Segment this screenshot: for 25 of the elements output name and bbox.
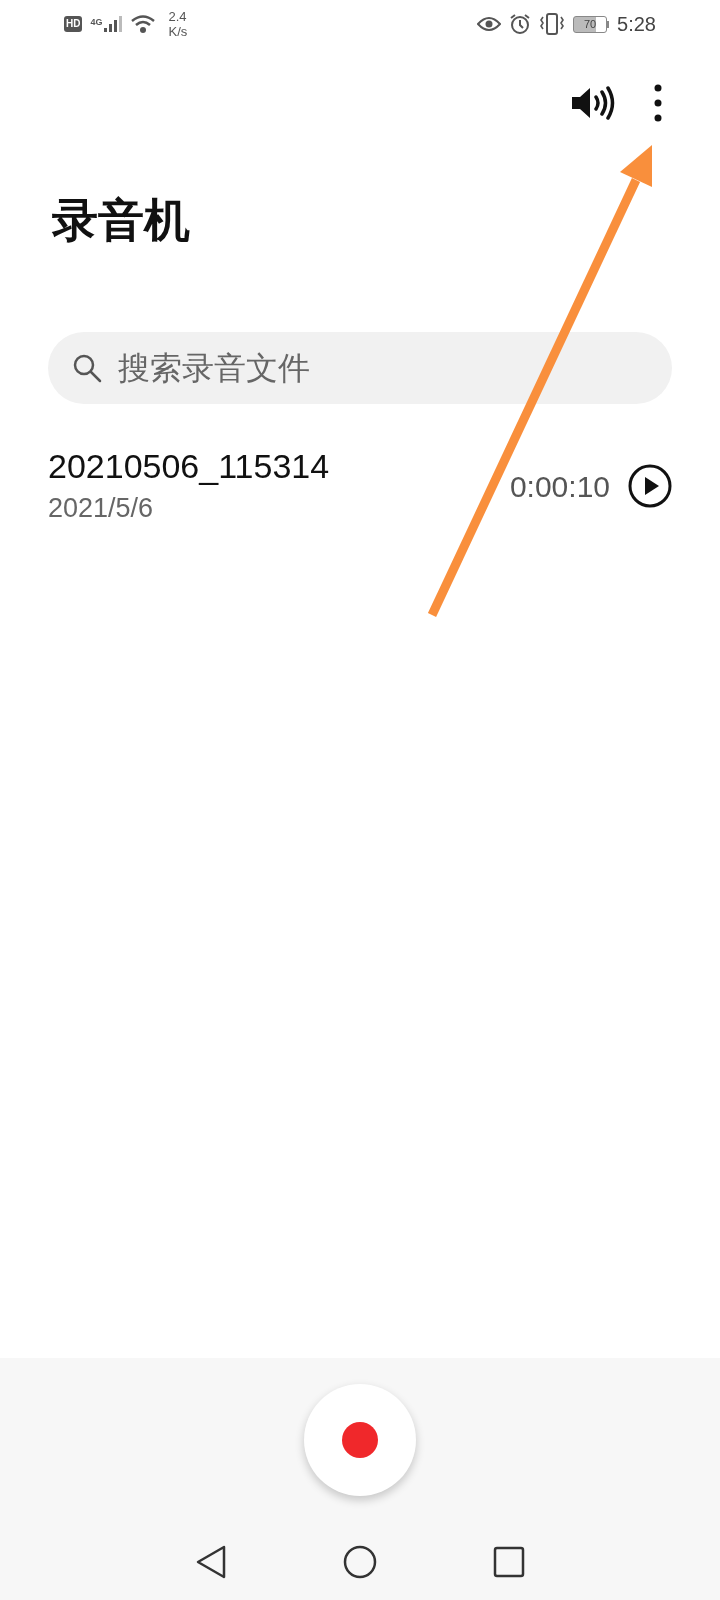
- page-title: 录音机: [52, 192, 191, 249]
- network-label: 4G: [90, 16, 103, 29]
- play-icon[interactable]: [628, 464, 672, 508]
- search-field[interactable]: 搜索录音文件: [48, 332, 672, 404]
- recents-icon[interactable]: [493, 1546, 525, 1578]
- search-input[interactable]: 搜索录音文件: [118, 344, 648, 392]
- speed-unit: K/s: [168, 24, 188, 39]
- back-icon[interactable]: [195, 1544, 227, 1580]
- record-button[interactable]: [304, 1384, 416, 1496]
- clock-time: 5:28: [617, 12, 656, 37]
- more-options-icon[interactable]: [654, 84, 662, 122]
- recording-name[interactable]: 20210506_115314: [48, 444, 510, 488]
- vibrate-icon: [539, 13, 566, 35]
- speed-value: 2.4: [168, 9, 188, 24]
- search-icon: [72, 353, 102, 383]
- alarm-icon: [509, 13, 532, 35]
- record-icon: [342, 1422, 378, 1458]
- battery-level: 70: [583, 18, 597, 30]
- recording-date: 2021/5/6: [48, 492, 155, 525]
- hd-icon: HD: [64, 16, 83, 32]
- recording-duration: 0:00:10: [509, 468, 610, 505]
- wifi-icon: [130, 14, 157, 34]
- home-icon[interactable]: [343, 1545, 377, 1579]
- eye-icon: [477, 16, 502, 32]
- signal-icon: [104, 16, 123, 32]
